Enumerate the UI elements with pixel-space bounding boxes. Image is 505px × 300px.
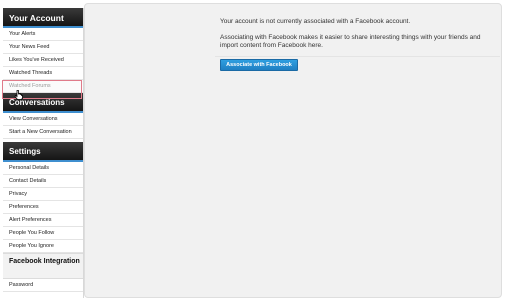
facebook-message: Your account is not currently associated…: [220, 18, 485, 58]
sidebar-item-likes-received[interactable]: Likes You've Received: [3, 54, 83, 67]
divider: [215, 56, 500, 57]
sidebar-item-people-you-follow[interactable]: People You Follow: [3, 227, 83, 240]
sidebar-item-your-news-feed[interactable]: Your News Feed: [3, 41, 83, 54]
sidebar-header-your-account: Your Account: [3, 8, 83, 28]
page: Your Account Your Alerts Your News Feed …: [0, 0, 505, 300]
sidebar: Your Account Your Alerts Your News Feed …: [3, 8, 84, 298]
sidebar-header-settings: Settings: [3, 142, 83, 162]
hand-cursor-icon: [14, 90, 23, 100]
sidebar-item-alert-preferences[interactable]: Alert Preferences: [3, 214, 83, 227]
sidebar-item-start-conversation[interactable]: Start a New Conversation: [3, 126, 83, 139]
sidebar-item-view-conversations[interactable]: View Conversations: [3, 113, 83, 126]
sidebar-item-watched-threads[interactable]: Watched Threads: [3, 67, 83, 80]
associate-description: Associating with Facebook makes it easie…: [220, 34, 481, 49]
sidebar-item-your-alerts[interactable]: Your Alerts: [3, 28, 83, 41]
associate-with-facebook-button[interactable]: Associate with Facebook: [220, 59, 298, 71]
sidebar-item-privacy[interactable]: Privacy: [3, 188, 83, 201]
sidebar-item-personal-details[interactable]: Personal Details: [3, 162, 83, 175]
sidebar-item-facebook-integration[interactable]: Facebook Integration: [3, 253, 83, 279]
main-content-panel: Your account is not currently associated…: [84, 3, 502, 298]
sidebar-item-people-you-ignore[interactable]: People You Ignore: [3, 240, 83, 253]
sidebar-item-password[interactable]: Password: [3, 279, 83, 292]
not-associated-message: Your account is not currently associated…: [220, 18, 411, 25]
sidebar-item-contact-details[interactable]: Contact Details: [3, 175, 83, 188]
sidebar-item-preferences[interactable]: Preferences: [3, 201, 83, 214]
